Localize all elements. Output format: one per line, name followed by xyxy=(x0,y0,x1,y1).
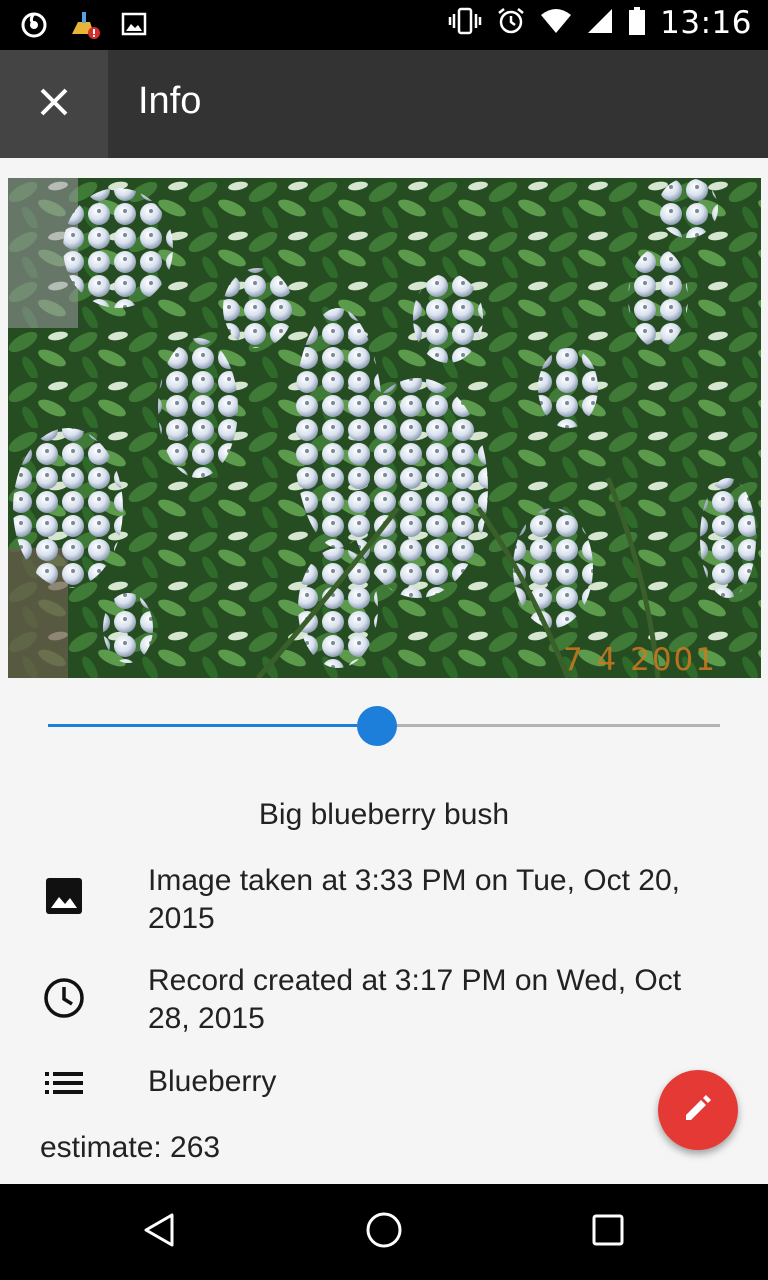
blueberry-bush-image xyxy=(8,178,761,678)
cleaner-alert-icon xyxy=(68,8,102,45)
home-button[interactable] xyxy=(360,1208,408,1256)
photo-date-stamp: 7 4 2001 xyxy=(562,642,717,678)
clock-icon xyxy=(40,974,88,1022)
close-button[interactable] xyxy=(0,50,108,158)
alarm-icon xyxy=(496,6,526,41)
vibrate-icon xyxy=(448,6,482,41)
recents-button[interactable] xyxy=(584,1208,632,1256)
category-text: Blueberry xyxy=(148,1065,277,1098)
image-icon xyxy=(40,872,88,920)
home-icon xyxy=(365,1211,403,1254)
record-caption: Big blueberry bush xyxy=(258,798,510,831)
photo-slider[interactable] xyxy=(48,705,720,746)
status-time: 13:16 xyxy=(660,5,752,41)
app-bar: Info xyxy=(0,50,768,158)
wifi-icon xyxy=(540,7,572,40)
record-photo: 7 4 2001 xyxy=(8,178,761,678)
close-icon xyxy=(38,86,70,123)
image-notification-icon xyxy=(120,10,148,43)
hotspot-icon xyxy=(18,8,50,45)
recents-icon xyxy=(591,1213,625,1252)
record-created-text: Record created at 3:17 PM on Wed, Oct 28… xyxy=(148,964,682,1035)
image-taken-text: Image taken at 3:33 PM on Tue, Oct 20, 2… xyxy=(148,864,680,935)
navigation-bar xyxy=(0,1184,768,1280)
slider-thumb[interactable] xyxy=(357,706,398,746)
edit-pencil-icon xyxy=(683,1093,713,1128)
page-title: Info xyxy=(138,80,202,122)
back-icon xyxy=(142,1212,178,1253)
battery-icon xyxy=(628,6,646,41)
estimate-text: estimate: 263 xyxy=(40,1131,221,1164)
list-icon xyxy=(40,1059,88,1107)
edit-button[interactable] xyxy=(658,1070,738,1150)
status-bar: 13:16 xyxy=(0,0,768,50)
signal-icon xyxy=(586,7,614,40)
back-button[interactable] xyxy=(136,1208,184,1256)
slider-fill xyxy=(48,724,378,727)
